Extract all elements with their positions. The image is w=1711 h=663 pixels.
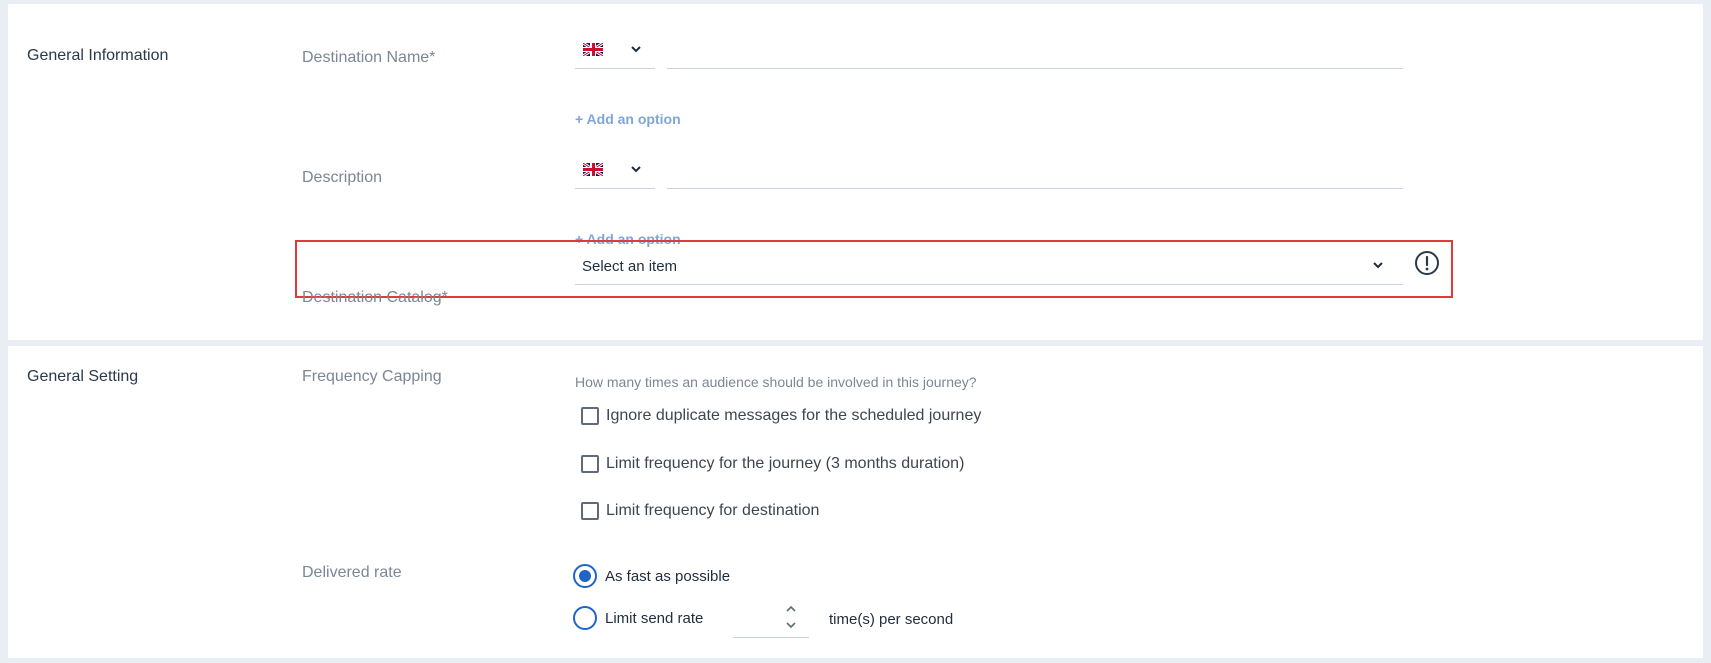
destination-name-label: Destination Name*	[302, 49, 436, 66]
destination-catalog-select[interactable]: Select an item	[575, 246, 1403, 285]
destination-name-add-option-link[interactable]: + Add an option	[575, 111, 681, 127]
destination-catalog-label: Destination Catalog*	[302, 289, 448, 306]
uk-flag-icon	[583, 163, 603, 176]
checkbox-label: Ignore duplicate messages for the schedu…	[606, 407, 982, 424]
radio-label: As fast as possible	[605, 568, 731, 585]
frequency-capping-helper-text: How many times an audience should be inv…	[575, 374, 977, 390]
chevron-up-icon[interactable]	[784, 602, 798, 616]
send-rate-stepper[interactable]	[733, 600, 809, 638]
destination-name-language-select[interactable]	[575, 35, 655, 69]
description-label: Description	[302, 169, 383, 186]
chevron-down-icon[interactable]	[784, 618, 798, 632]
checkbox-box[interactable]	[581, 455, 599, 473]
description-language-select[interactable]	[575, 155, 655, 189]
radio-button-selected[interactable]	[573, 564, 597, 588]
uk-flag-icon	[583, 43, 603, 56]
frequency-capping-label: Frequency Capping	[302, 368, 442, 385]
destination-name-input[interactable]	[667, 35, 1403, 69]
radio-button[interactable]	[573, 606, 597, 630]
checkbox-box[interactable]	[581, 407, 599, 425]
exclamation-circle-icon[interactable]	[1414, 250, 1440, 276]
checkbox-label: Limit frequency for the journey (3 month…	[606, 455, 965, 472]
section-title-general-information: General Information	[27, 47, 169, 64]
destination-catalog-selected-value: Select an item	[582, 258, 678, 275]
section-title-general-setting: General Setting	[27, 368, 139, 385]
chevron-down-icon	[631, 46, 641, 53]
radio-label: Limit send rate	[605, 610, 704, 627]
delivered-rate-label: Delivered rate	[302, 564, 402, 581]
description-input[interactable]	[667, 155, 1403, 189]
checkbox-box[interactable]	[581, 502, 599, 520]
checkbox-label: Limit frequency for destination	[606, 502, 820, 519]
send-rate-unit-label: time(s) per second	[829, 611, 954, 628]
chevron-down-icon	[1373, 262, 1383, 269]
chevron-down-icon	[631, 166, 641, 173]
